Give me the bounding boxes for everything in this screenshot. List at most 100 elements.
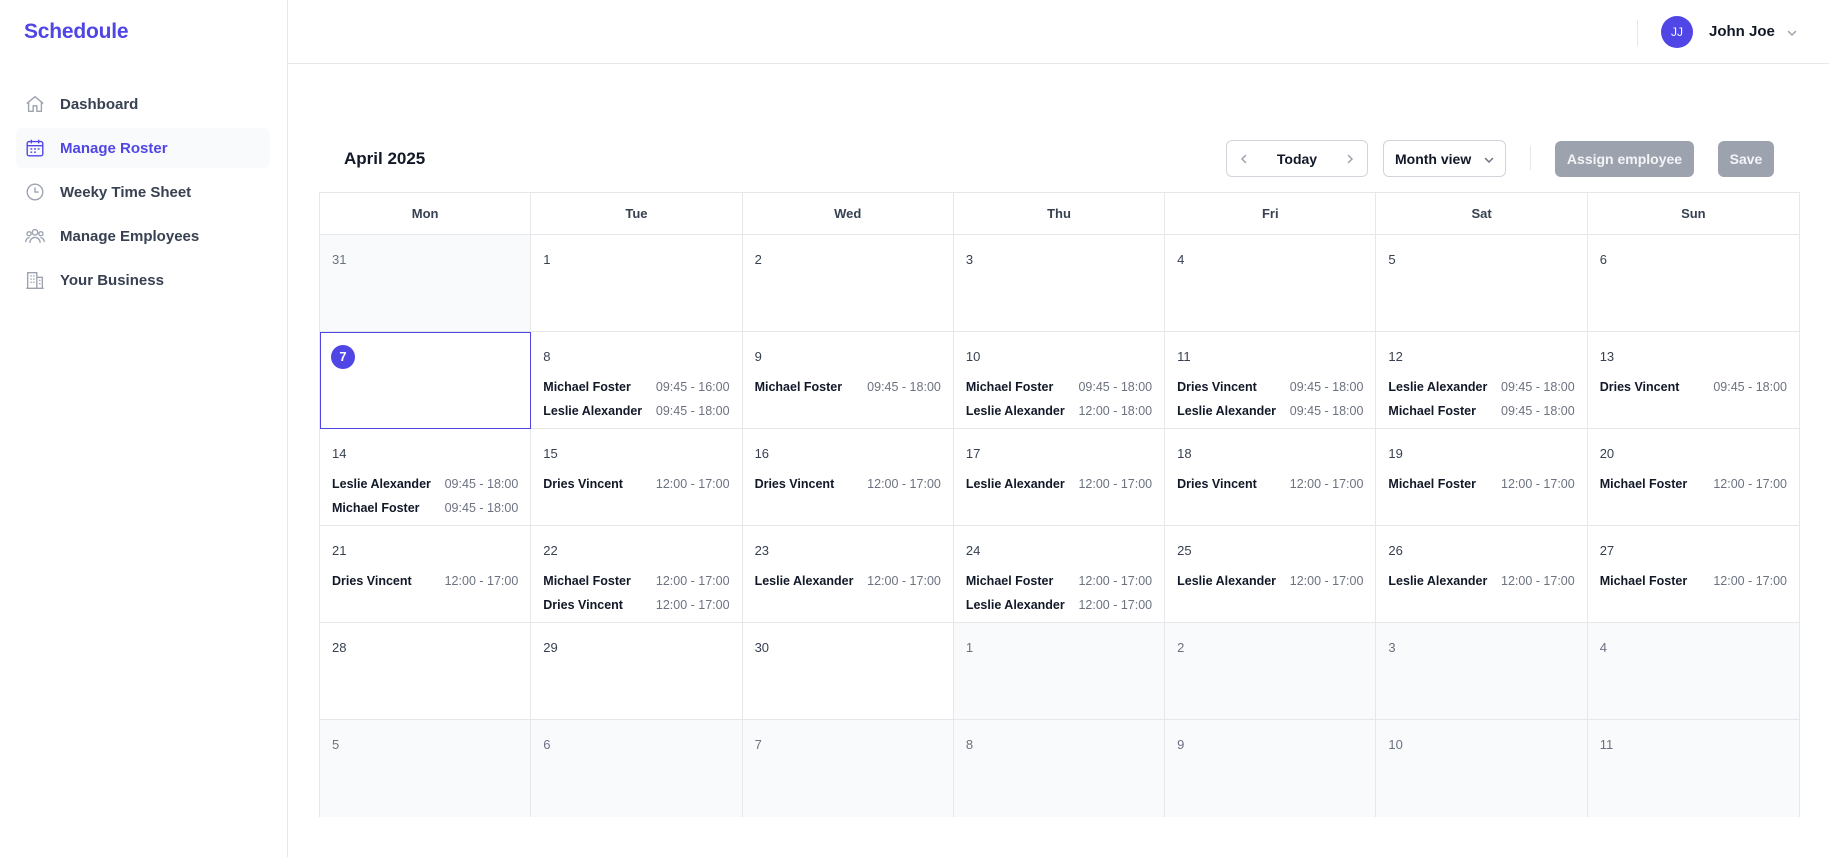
calendar-day[interactable]: 17 Leslie Alexander 12:00 - 17:00 [953, 429, 1166, 526]
calendar-day[interactable]: 13 Dries Vincent 09:45 - 18:00 [1587, 332, 1799, 429]
shift-entry[interactable]: Michael Foster 09:45 - 18:00 [1388, 399, 1574, 423]
calendar-day[interactable]: 18 Dries Vincent 12:00 - 17:00 [1165, 429, 1377, 526]
shift-entry[interactable]: Leslie Alexander 12:00 - 17:00 [1388, 569, 1574, 593]
calendar-day[interactable]: 4 [1165, 235, 1377, 332]
shift-entry[interactable]: Leslie Alexander 12:00 - 17:00 [966, 472, 1152, 496]
calendar-day[interactable]: 3 [953, 235, 1166, 332]
sidebar-item-manage-roster[interactable]: Manage Roster [16, 128, 270, 168]
calendar-day[interactable]: 9 Michael Foster 09:45 - 18:00 [742, 332, 954, 429]
calendar-day[interactable]: 11 [1587, 720, 1799, 817]
calendar-day[interactable]: 19 Michael Foster 12:00 - 17:00 [1376, 429, 1588, 526]
shift-entry[interactable]: Leslie Alexander 09:45 - 18:00 [332, 472, 518, 496]
calendar-day[interactable]: 22 Michael Foster 12:00 - 17:00 Dries Vince… [531, 526, 743, 623]
day-number: 13 [1599, 349, 1615, 364]
calendar-day[interactable]: 23 Leslie Alexander 12:00 - 17:00 [742, 526, 954, 623]
calendar-day[interactable]: 16 Dries Vincent 12:00 - 17:00 [742, 429, 954, 526]
day-number: 8 [543, 349, 551, 364]
day-number: 11 [1177, 349, 1191, 364]
shift-entry[interactable]: Michael Foster 12:00 - 17:00 [966, 569, 1152, 593]
calendar-day[interactable]: 11 Dries Vincent 09:45 - 18:00 Leslie Alexa… [1165, 332, 1377, 429]
shift-entry[interactable]: Michael Foster 09:45 - 18:00 [966, 375, 1152, 399]
calendar-day[interactable]: 10 [1376, 720, 1588, 817]
calendar-day[interactable]: 2 [1165, 623, 1377, 720]
save-button[interactable]: Save [1718, 141, 1774, 177]
calendar-day[interactable]: 24 Michael Foster 12:00 - 17:00 Leslie Alex… [953, 526, 1166, 623]
shift-entry[interactable]: Leslie Alexander 12:00 - 17:00 [966, 593, 1152, 617]
shift-time: 09:45 - 18:00 [444, 477, 519, 491]
calendar-day[interactable]: 1 [531, 235, 743, 332]
avatar[interactable]: JJ [1661, 16, 1693, 48]
shift-entry[interactable]: Dries Vincent 12:00 - 17:00 [543, 472, 729, 496]
calendar-day[interactable]: 29 [531, 623, 743, 720]
sidebar-item-weekly-time-sheet[interactable]: Weeky Time Sheet [16, 172, 270, 212]
calendar-day[interactable]: 25 Leslie Alexander 12:00 - 17:00 [1165, 526, 1377, 623]
sidebar-item-dashboard[interactable]: Dashboard [16, 84, 270, 124]
calendar-day[interactable]: 2 [742, 235, 954, 332]
shift-list: Dries Vincent 12:00 - 17:00 [332, 569, 518, 593]
calendar-day[interactable]: 1 [953, 623, 1166, 720]
calendar-day[interactable]: 8 [953, 720, 1166, 817]
calendar-day[interactable]: 15 Dries Vincent 12:00 - 17:00 [531, 429, 743, 526]
shift-entry[interactable]: Leslie Alexander 12:00 - 18:00 [966, 399, 1152, 423]
sidebar-item-manage-employees[interactable]: Manage Employees [16, 216, 270, 256]
shift-entry[interactable]: Leslie Alexander 12:00 - 17:00 [1177, 569, 1363, 593]
calendar-day[interactable]: 6 [531, 720, 743, 817]
calendar-day[interactable]: 9 [1165, 720, 1377, 817]
calendar-day[interactable]: 12 Leslie Alexander 09:45 - 18:00 Michael F… [1376, 332, 1588, 429]
previous-month-button[interactable] [1227, 141, 1261, 176]
calendar-day[interactable]: 21 Dries Vincent 12:00 - 17:00 [320, 526, 532, 623]
calendar-day[interactable]: 4 [1587, 623, 1799, 720]
shift-entry[interactable]: Dries Vincent 09:45 - 18:00 [1177, 375, 1363, 399]
shift-entry[interactable]: Dries Vincent 12:00 - 17:00 [332, 569, 518, 593]
user-name[interactable]: John Joe [1709, 23, 1775, 40]
calendar-day[interactable]: 7 [742, 720, 954, 817]
shift-entry[interactable]: Michael Foster 12:00 - 17:00 [1600, 472, 1787, 496]
calendar-icon [24, 137, 46, 159]
calendar-day[interactable]: 30 [742, 623, 954, 720]
next-month-button[interactable] [1333, 141, 1367, 176]
calendar-day[interactable]: 27 Michael Foster 12:00 - 17:00 [1587, 526, 1799, 623]
shift-entry[interactable]: Michael Foster 09:45 - 18:00 [755, 375, 941, 399]
calendar-day-today[interactable]: 7 [320, 332, 532, 429]
shift-entry[interactable]: Michael Foster 09:45 - 16:00 [543, 375, 729, 399]
view-select[interactable]: Month view [1383, 140, 1506, 177]
calendar-day[interactable]: 26 Leslie Alexander 12:00 - 17:00 [1376, 526, 1588, 623]
shift-entry[interactable]: Dries Vincent 12:00 - 17:00 [1177, 472, 1363, 496]
app-logo[interactable]: Schedoule [24, 20, 129, 44]
day-number: 1 [965, 640, 974, 655]
shift-entry[interactable]: Dries Vincent 12:00 - 17:00 [755, 472, 941, 496]
assign-employee-button[interactable]: Assign employee [1555, 141, 1694, 177]
day-number: 21 [332, 543, 347, 558]
calendar-day[interactable]: 5 [1376, 235, 1588, 332]
today-button[interactable]: Today [1261, 151, 1333, 167]
day-number: 5 [1388, 252, 1396, 267]
shift-entry[interactable]: Michael Foster 12:00 - 17:00 [1600, 569, 1787, 593]
calendar-day[interactable]: 14 Leslie Alexander 09:45 - 18:00 Michael F… [320, 429, 532, 526]
day-number: 8 [965, 737, 974, 752]
shift-employee-name: Leslie Alexander [965, 477, 1065, 491]
shift-list: Leslie Alexander 12:00 - 17:00 [755, 569, 941, 593]
shift-entry[interactable]: Michael Foster 12:00 - 17:00 [1388, 472, 1574, 496]
calendar-day[interactable]: 6 [1587, 235, 1799, 332]
calendar-day[interactable]: 31 [320, 235, 532, 332]
calendar-day[interactable]: 28 [320, 623, 532, 720]
day-number: 27 [1599, 543, 1615, 558]
calendar-day[interactable]: 20 Michael Foster 12:00 - 17:00 [1587, 429, 1799, 526]
chevron-down-icon[interactable] [1786, 26, 1798, 44]
day-number: 31 [332, 252, 347, 267]
shift-entry[interactable]: Michael Foster 12:00 - 17:00 [543, 569, 729, 593]
shift-entry[interactable]: Dries Vincent 12:00 - 17:00 [543, 593, 729, 617]
shift-entry[interactable]: Leslie Alexander 09:45 - 18:00 [543, 399, 729, 423]
sidebar-item-your-business[interactable]: Your Business [16, 260, 270, 300]
shift-entry[interactable]: Leslie Alexander 12:00 - 17:00 [755, 569, 941, 593]
shift-entry[interactable]: Leslie Alexander 09:45 - 18:00 [1177, 399, 1363, 423]
calendar-day[interactable]: 5 [320, 720, 532, 817]
shift-time: 09:45 - 18:00 [1501, 380, 1575, 394]
calendar-day[interactable]: 3 [1376, 623, 1588, 720]
shift-entry[interactable]: Dries Vincent 09:45 - 18:00 [1600, 375, 1787, 399]
shift-entry[interactable]: Leslie Alexander 09:45 - 18:00 [1388, 375, 1574, 399]
day-number: 22 [543, 543, 558, 558]
calendar-day[interactable]: 10 Michael Foster 09:45 - 18:00 Leslie Alex… [953, 332, 1166, 429]
calendar-day[interactable]: 8 Michael Foster 09:45 - 16:00 Leslie Alexa… [531, 332, 743, 429]
shift-entry[interactable]: Michael Foster 09:45 - 18:00 [332, 496, 518, 520]
